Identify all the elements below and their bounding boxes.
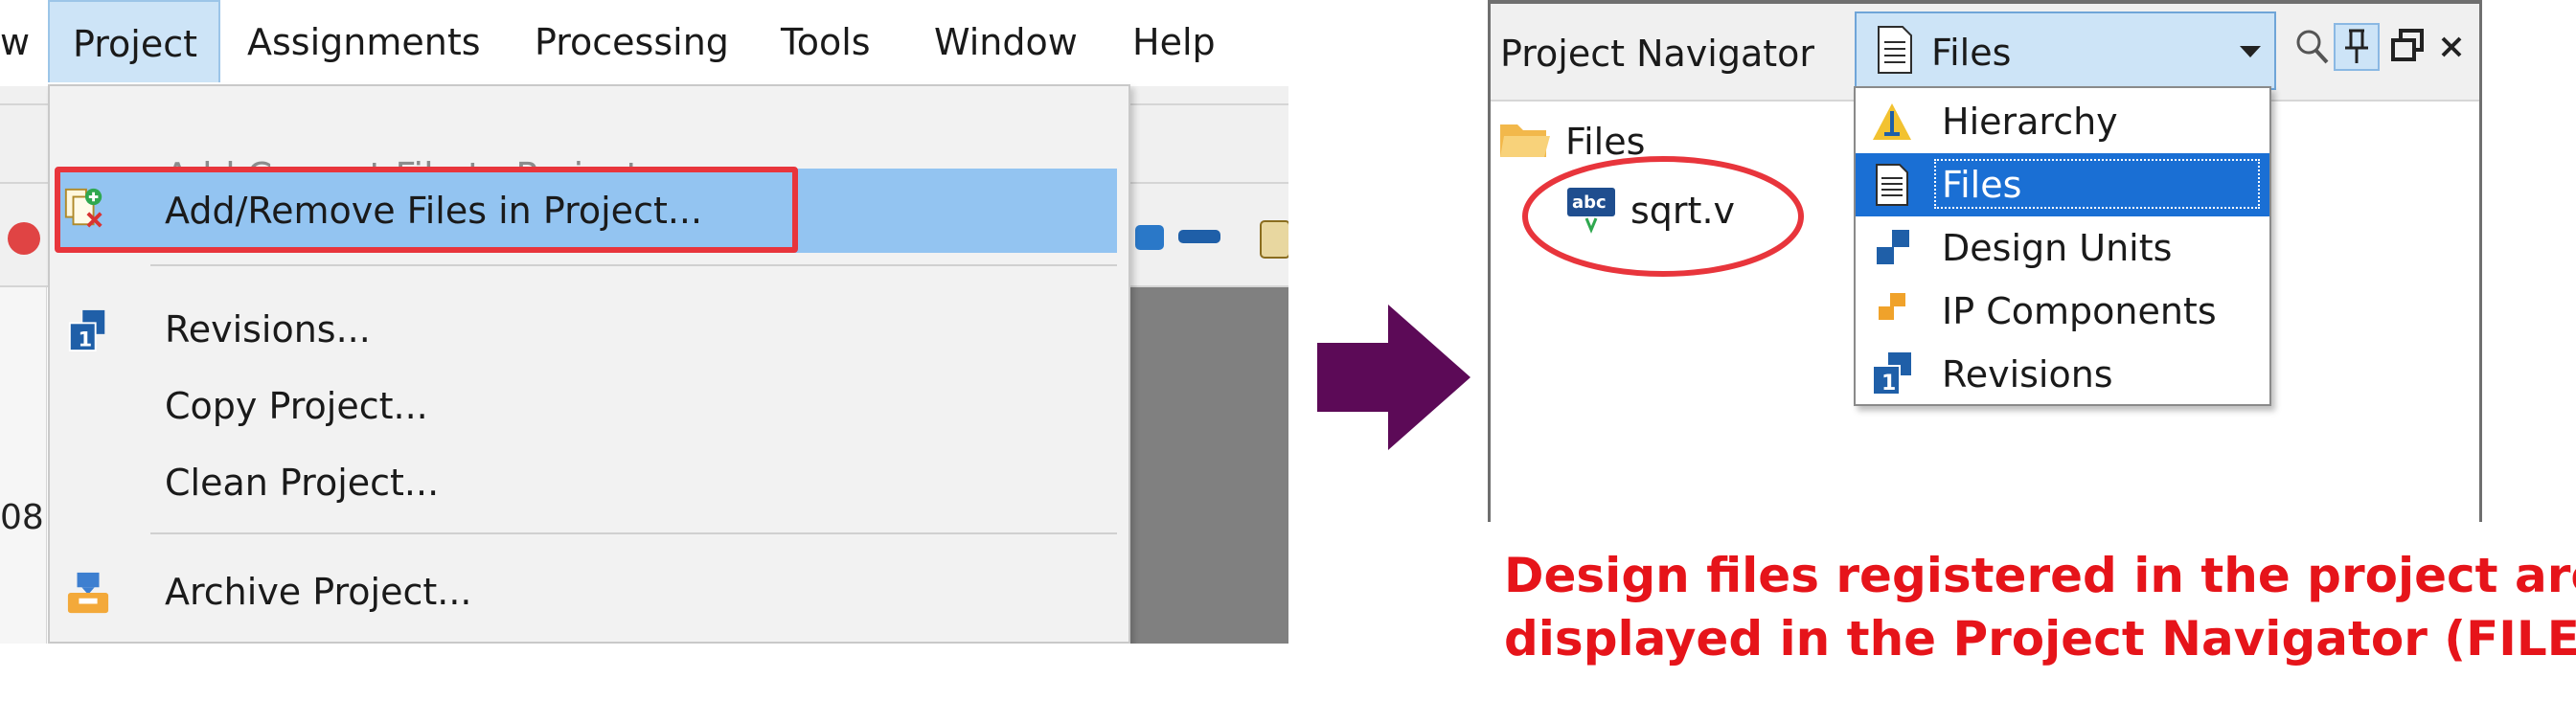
menu-clean-project[interactable]: Clean Project...	[50, 444, 1128, 521]
menu-item-processing[interactable]: Processing	[535, 0, 729, 82]
revisions-icon: 1	[68, 309, 105, 352]
menu-revisions[interactable]: 1 Revisions...	[50, 291, 1128, 368]
svg-text:1: 1	[78, 327, 92, 350]
files-icon	[1876, 164, 1908, 206]
toolbar-icon[interactable]	[1178, 230, 1220, 243]
menu-archive-project[interactable]: Archive Project...	[50, 554, 1128, 630]
toolbar-icon[interactable]	[1135, 225, 1164, 250]
menu-item-help[interactable]: Help	[1132, 0, 1216, 82]
option-design-units[interactable]: Design Units	[1856, 216, 2269, 280]
quartus-window-left: w Project Assignments Processing Tools W…	[0, 0, 1288, 644]
caption: Design files registered in the project a…	[1504, 544, 2576, 670]
option-files-label: Files	[1942, 164, 2022, 206]
option-revisions-label: Revisions	[1942, 353, 2113, 396]
highlight-ellipse	[1522, 156, 1804, 277]
caption-line-2: displayed in the Project Navigator (FILE…	[1504, 611, 2576, 667]
project-navigator-panel: Project Navigator Files Files abc sqrt.v…	[1488, 0, 2494, 522]
toolbar-icon[interactable]	[1260, 220, 1288, 259]
menu-archive-project-label: Archive Project...	[165, 571, 472, 613]
svg-text:1: 1	[1881, 372, 1896, 396]
menu-clean-project-label: Clean Project...	[165, 462, 440, 504]
archive-icon	[67, 572, 109, 614]
menu-copy-project[interactable]: Copy Project...	[50, 368, 1128, 444]
detach-window-icon[interactable]	[2387, 23, 2429, 71]
navigator-title: Project Navigator	[1500, 33, 1815, 75]
right-arrow-icon	[1317, 305, 1470, 450]
menu-item-assignments[interactable]: Assignments	[247, 0, 481, 82]
ip-components-icon	[1879, 293, 1905, 320]
design-units-icon	[1877, 230, 1909, 264]
pin-icon	[2345, 29, 2368, 63]
files-icon	[1878, 26, 1912, 74]
caption-line-1: Design files registered in the project a…	[1504, 548, 2576, 603]
option-design-units-label: Design Units	[1942, 227, 2173, 269]
highlight-annotation	[55, 167, 798, 253]
option-ip-components[interactable]: IP Components	[1856, 280, 2269, 343]
navigator-view-options: Hierarchy Files Design Units IP Componen…	[1854, 86, 2271, 406]
menu-copy-project-label: Copy Project...	[165, 385, 428, 427]
option-ip-components-label: IP Components	[1942, 290, 2217, 332]
menu-item-view-partial[interactable]: w	[0, 0, 30, 82]
close-icon[interactable]	[2431, 23, 2473, 71]
option-revisions[interactable]: 1 Revisions	[1856, 343, 2269, 406]
chevron-down-icon	[2240, 46, 2261, 57]
toolbar-icon[interactable]	[8, 222, 40, 255]
background-workspace	[1130, 287, 1288, 644]
menu-item-tools[interactable]: Tools	[781, 0, 871, 82]
pin-button[interactable]	[2334, 23, 2380, 71]
revisions-icon: 1	[1872, 352, 1911, 396]
menu-item-project[interactable]: Project	[48, 0, 220, 82]
option-hierarchy-label: Hierarchy	[1942, 101, 2118, 143]
background-panel	[0, 287, 47, 644]
menu-item-window[interactable]: Window	[934, 0, 1078, 82]
search-icon[interactable]	[2291, 23, 2334, 71]
background-row-number: 08	[0, 498, 44, 537]
option-hierarchy[interactable]: Hierarchy	[1856, 90, 2269, 153]
option-files[interactable]: Files	[1856, 153, 2269, 216]
navigator-view-select[interactable]: Files	[1855, 11, 2276, 90]
navigator-view-select-value: Files	[1931, 32, 2012, 74]
menu-bar: w Project Assignments Processing Tools W…	[0, 0, 1288, 86]
menu-revisions-label: Revisions...	[165, 308, 371, 350]
hierarchy-icon	[1873, 103, 1911, 140]
